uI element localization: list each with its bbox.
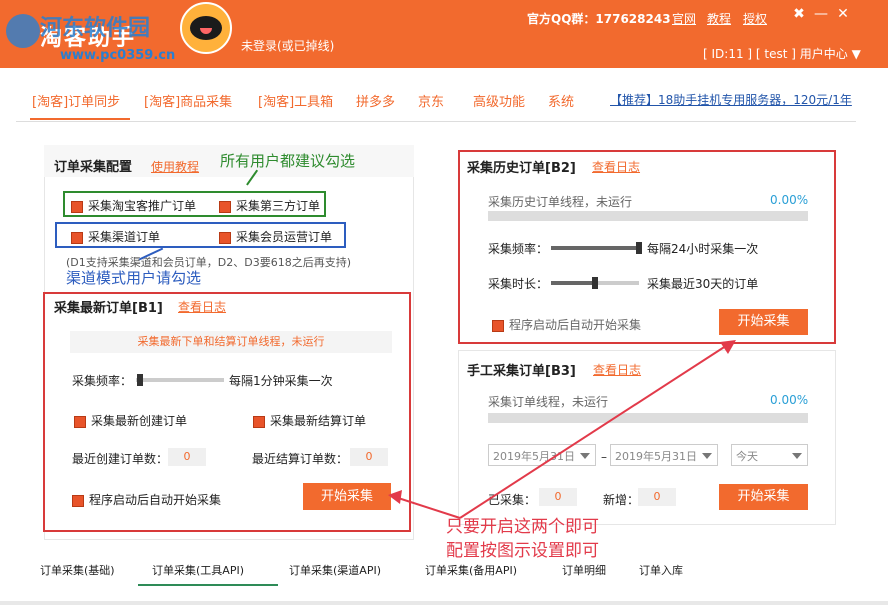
red-arrow-right: [459, 341, 733, 519]
b1-autostart[interactable]: 程序启动后自动开始采集: [72, 491, 221, 508]
active-tab-indicator: [30, 118, 130, 120]
b2-log-link[interactable]: 查看日志: [592, 158, 640, 175]
b1-status: 采集最新下单和结算订单线程，未运行: [70, 331, 392, 353]
checkbox-checked-icon[interactable]: [72, 494, 84, 507]
minimize-icon[interactable]: —: [810, 6, 832, 22]
settings-icon[interactable]: ✖: [788, 6, 810, 22]
tab-toolbox[interactable]: [淘客]工具箱: [258, 91, 333, 110]
active-bottom-tab-indicator: [138, 584, 278, 586]
b2-freq-fill: [551, 246, 639, 250]
bottom-border: [0, 601, 888, 605]
b1-count-create: 0: [168, 448, 206, 466]
btab-basic[interactable]: 订单采集(基础): [40, 562, 115, 578]
tab-system[interactable]: 系统: [548, 91, 574, 110]
b1-count-settle-label: 最近结算订单数：: [252, 452, 349, 466]
tab-product-collect[interactable]: [淘客]商品采集: [144, 91, 232, 110]
tab-advanced[interactable]: 高级功能: [473, 91, 525, 110]
b1-opt-settle[interactable]: 采集最新结算订单: [253, 412, 366, 429]
link-license[interactable]: 授权: [743, 10, 767, 27]
red-arrowhead-left: [388, 490, 402, 504]
b2-dur-fill: [551, 281, 595, 285]
b1-title: 采集最新订单[B1]: [54, 301, 163, 316]
b2-percent: 0.00%: [770, 193, 809, 207]
btab-backup-api[interactable]: 订单采集(备用API): [425, 562, 517, 578]
checkbox-checked-icon[interactable]: [219, 200, 231, 213]
b2-dur-label: 采集时长：: [488, 277, 549, 291]
checkbox-checked-icon[interactable]: [219, 231, 231, 244]
red-arrows: [388, 340, 736, 519]
b1-start-button[interactable]: 开始采集: [303, 483, 391, 510]
link-tutorial[interactable]: 教程: [707, 10, 731, 27]
tab-pinduoduo[interactable]: 拼多多: [356, 91, 395, 110]
b2-dur-value: 采集最近30天的订单: [647, 277, 759, 291]
btab-tool-api[interactable]: 订单采集(工具API): [152, 562, 244, 578]
option-member[interactable]: 采集会员运营订单: [219, 228, 332, 245]
option-third-party[interactable]: 采集第三方订单: [219, 197, 320, 214]
login-status: 未登录(或已掉线): [241, 39, 335, 53]
b1-freq-slider-thumb[interactable]: [137, 374, 143, 386]
b3-percent: 0.00%: [770, 393, 809, 407]
checkbox-checked-icon[interactable]: [253, 415, 265, 428]
b1-freq-slider[interactable]: [136, 378, 224, 382]
btab-order-import[interactable]: 订单入库: [639, 562, 683, 578]
tutorial-link[interactable]: 使用教程: [151, 158, 199, 175]
option-channel[interactable]: 采集渠道订单: [71, 228, 160, 245]
b1-opt-create[interactable]: 采集最新创建订单: [74, 412, 187, 429]
b2-freq-slider-thumb[interactable]: [636, 242, 642, 254]
b2-freq-value: 每隔24小时采集一次: [647, 242, 759, 256]
b1-freq-value: 每隔1分钟采集一次: [229, 374, 333, 388]
b2-dur-slider-thumb[interactable]: [592, 277, 598, 289]
option-taobaoke[interactable]: 采集淘宝客推广订单: [71, 197, 196, 214]
mascot-face-icon: [190, 16, 222, 40]
close-icon[interactable]: ✕: [832, 6, 854, 22]
b2-freq-label: 采集频率：: [488, 242, 549, 256]
qq-group-label: 官方QQ群：177628243: [527, 12, 671, 26]
annotation-red-line1: 只要开启这两个即可: [446, 517, 599, 537]
annotation-green: 所有用户都建议勾选: [220, 152, 356, 170]
tab-jd[interactable]: 京东: [418, 91, 444, 110]
promo-link[interactable]: 【推荐】18助手挂机专用服务器，120元/1年: [610, 91, 852, 108]
checkbox-checked-icon[interactable]: [74, 415, 86, 428]
link-website[interactable]: 官网: [672, 10, 696, 27]
red-arrowhead-right: [720, 340, 736, 354]
checkbox-checked-icon[interactable]: [71, 231, 83, 244]
b2-title: 采集历史订单[B2]: [467, 161, 576, 176]
btab-channel-api[interactable]: 订单采集(渠道API): [289, 562, 381, 578]
watermark-text: 河东软件园: [40, 16, 151, 41]
watermark-url: www.pc0359.cn: [60, 48, 176, 63]
tab-order-sync[interactable]: [淘客]订单同步: [32, 91, 120, 110]
annotation-blue: 渠道模式用户请勾选: [66, 269, 202, 287]
b1-freq-label: 采集频率：: [72, 374, 133, 388]
b1-log-link[interactable]: 查看日志: [178, 298, 226, 315]
window-controls: ✖ — ✕: [788, 6, 854, 22]
btab-order-detail[interactable]: 订单明细: [562, 562, 606, 578]
user-center-menu[interactable]: [ ID:11 ] [ test ] 用户中心 ▼: [703, 45, 861, 62]
b1-count-create-label: 最近创建订单数：: [72, 452, 169, 466]
config-title: 订单采集配置: [54, 160, 133, 175]
checkbox-checked-icon[interactable]: [71, 200, 83, 213]
watermark-logo: [6, 14, 40, 48]
b2-progress-bar: [488, 211, 808, 221]
b2-status: 采集历史订单线程，未运行: [488, 195, 633, 209]
